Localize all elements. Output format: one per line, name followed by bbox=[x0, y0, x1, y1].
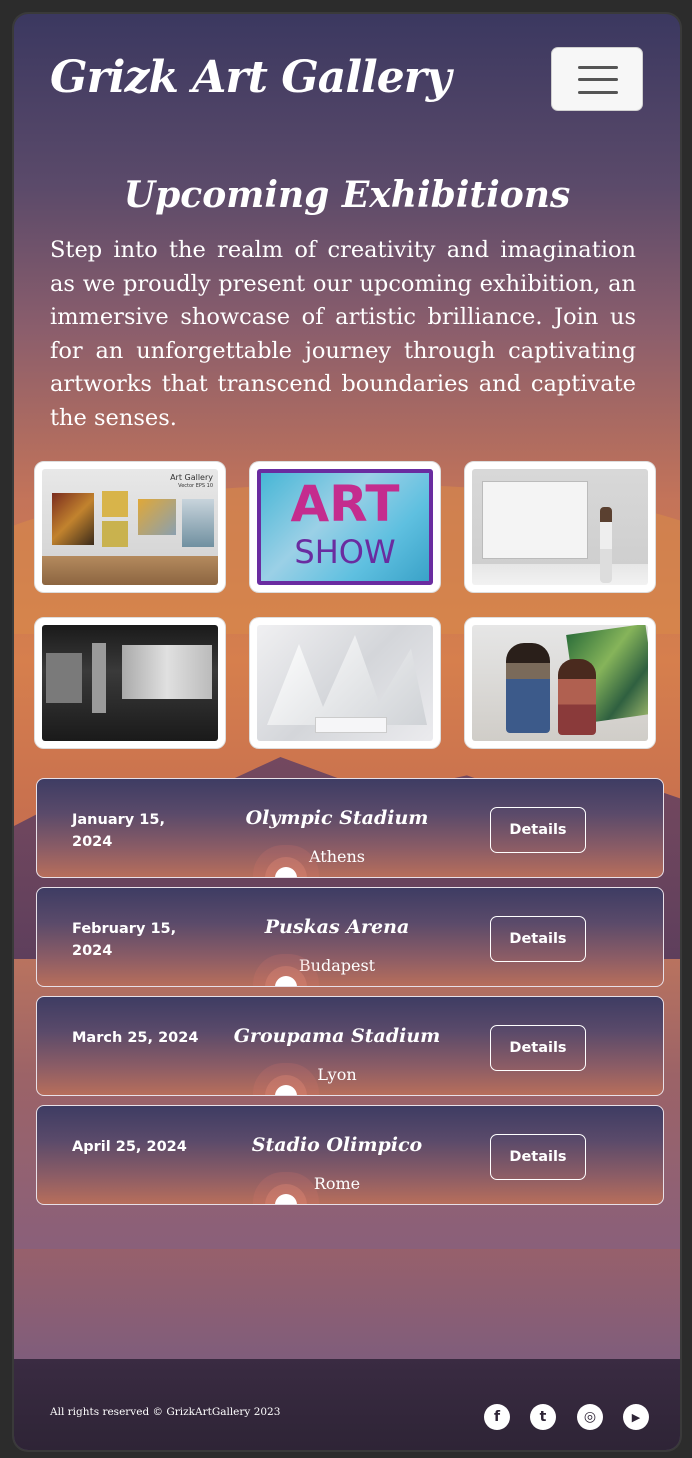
gallery-wall bbox=[46, 653, 82, 703]
details-button[interactable]: Details bbox=[490, 1134, 586, 1180]
gallery-image-artworks[interactable]: Art Gallery Vector EPS 10 bbox=[34, 461, 226, 593]
painting bbox=[52, 493, 94, 545]
event-city: Budapest bbox=[298, 956, 376, 975]
gallery-image-white-sculpture[interactable] bbox=[249, 617, 441, 749]
sun-decoration bbox=[275, 867, 297, 877]
artist-figure bbox=[506, 643, 550, 733]
event-venue: Groupama Stadium bbox=[233, 1025, 441, 1047]
artist-figure bbox=[558, 659, 596, 735]
page-frame: Grizk Art Gallery Upcoming Exhibitions S… bbox=[14, 14, 680, 1450]
gallery-image-blank-canvas[interactable] bbox=[464, 461, 656, 593]
details-button[interactable]: Details bbox=[490, 1025, 586, 1071]
painting bbox=[102, 491, 128, 517]
details-button[interactable]: Details bbox=[490, 807, 586, 853]
visitor-figure bbox=[600, 507, 612, 583]
intro-text: Step into the realm of creativity and im… bbox=[50, 237, 636, 431]
thumb-label: Art Gallery bbox=[170, 473, 213, 482]
sun-decoration bbox=[275, 1085, 297, 1095]
event-city: Athens bbox=[309, 847, 365, 866]
sun-decoration bbox=[275, 976, 297, 986]
brand-logo[interactable]: Grizk Art Gallery bbox=[50, 52, 451, 103]
hamburger-icon bbox=[578, 91, 618, 94]
gallery-image-artists[interactable] bbox=[464, 617, 656, 749]
art-text: ART bbox=[290, 475, 400, 533]
page-title: Upcoming Exhibitions bbox=[123, 174, 571, 216]
event-city: Lyon bbox=[317, 1065, 357, 1084]
instagram-icon[interactable]: ◎ bbox=[577, 1404, 603, 1430]
details-button[interactable]: Details bbox=[490, 916, 586, 962]
event-city: Rome bbox=[313, 1174, 361, 1193]
event-date: March 25, 2024 bbox=[72, 1030, 199, 1046]
twitter-icon[interactable]: t bbox=[530, 1404, 556, 1430]
blank-canvas bbox=[482, 481, 588, 559]
event-venue: Stadio Olimpico bbox=[251, 1134, 423, 1156]
gallery-wall bbox=[122, 645, 212, 699]
pedestal bbox=[315, 717, 387, 733]
painting bbox=[182, 499, 214, 547]
hamburger-icon bbox=[578, 66, 618, 69]
sculpture bbox=[267, 635, 427, 725]
show-text: SHOW bbox=[294, 533, 396, 571]
youtube-icon[interactable]: ▶ bbox=[623, 1404, 649, 1430]
event-date: April 25, 2024 bbox=[72, 1139, 187, 1155]
menu-toggle-button[interactable] bbox=[551, 47, 643, 111]
copyright-text: All rights reserved © GrizkArtGallery 20… bbox=[50, 1406, 281, 1418]
facebook-icon[interactable]: f bbox=[484, 1404, 510, 1430]
event-date: January 15, 2024 bbox=[72, 812, 165, 850]
event-date: February 15, 2024 bbox=[72, 921, 177, 959]
thumb-sublabel: Vector EPS 10 bbox=[178, 483, 213, 489]
event-card: February 15, 2024 Puskas Arena Budapest … bbox=[36, 887, 664, 987]
hamburger-icon bbox=[578, 78, 618, 81]
gallery-image-empty-hall[interactable] bbox=[34, 617, 226, 749]
event-venue: Olympic Stadium bbox=[245, 807, 429, 829]
sun-decoration bbox=[275, 1194, 297, 1204]
event-card: March 25, 2024 Groupama Stadium Lyon Det… bbox=[36, 996, 664, 1096]
painting bbox=[102, 521, 128, 547]
event-venue: Puskas Arena bbox=[264, 916, 410, 938]
footer: All rights reserved © GrizkArtGallery 20… bbox=[14, 1359, 680, 1450]
event-card: April 25, 2024 Stadio Olimpico Rome Deta… bbox=[36, 1105, 664, 1205]
painting bbox=[138, 499, 176, 535]
pillar bbox=[92, 643, 106, 713]
gallery-image-art-show[interactable]: ART SHOW bbox=[249, 461, 441, 593]
event-card: January 15, 2024 Olympic Stadium Athens … bbox=[36, 778, 664, 878]
header: Grizk Art Gallery bbox=[14, 14, 680, 144]
